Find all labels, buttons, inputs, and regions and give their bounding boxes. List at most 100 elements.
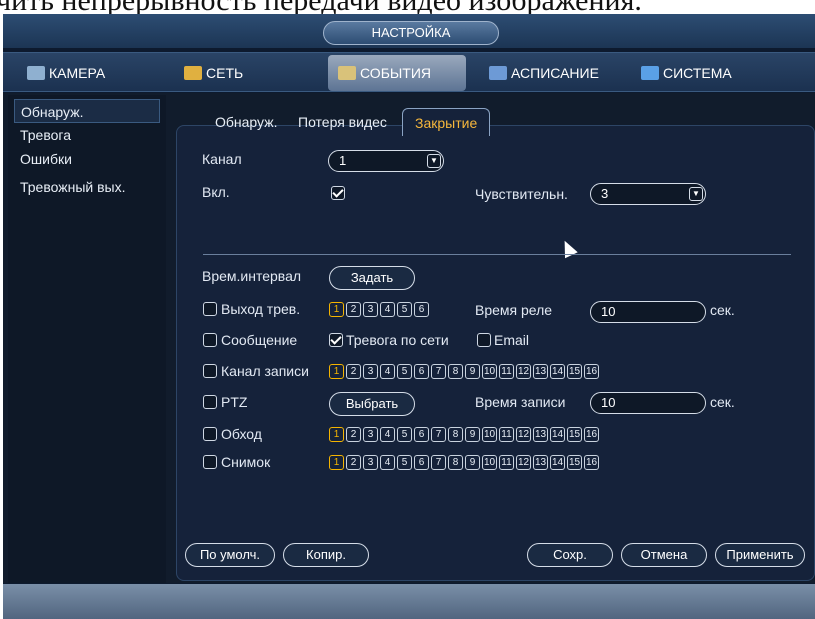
snapshot-channel-number-3[interactable]: 3 xyxy=(363,455,378,470)
alarm-out-number-2[interactable]: 2 xyxy=(346,302,361,317)
chevron-down-icon: ▼ xyxy=(427,154,441,168)
sidebar-item-errors[interactable]: Ошибки xyxy=(14,147,160,171)
snapshot-channel-number-8[interactable]: 8 xyxy=(448,455,463,470)
events-icon xyxy=(338,66,356,80)
tour-channel-number-10[interactable]: 10 xyxy=(482,427,497,442)
tour-channel-number-5[interactable]: 5 xyxy=(397,427,412,442)
chevron-down-icon: ▼ xyxy=(689,187,703,201)
tour-channel-number-8[interactable]: 8 xyxy=(448,427,463,442)
record-channel-number-15[interactable]: 15 xyxy=(567,364,582,379)
tab-system[interactable]: СИСТЕМА xyxy=(635,55,775,91)
tab-tampering[interactable]: Закрытие xyxy=(402,108,491,136)
snapshot-channel-number-4[interactable]: 4 xyxy=(380,455,395,470)
tour-checkbox[interactable] xyxy=(203,427,217,441)
record-channel-number-6[interactable]: 6 xyxy=(414,364,429,379)
alarm-out-number-5[interactable]: 5 xyxy=(397,302,412,317)
top-navigation: КАМЕРА СЕТЬ СОБЫТИЯ АСПИСАНИЕ СИСТЕМА xyxy=(3,52,815,92)
record-channel-number-4[interactable]: 4 xyxy=(380,364,395,379)
record-channel-number-5[interactable]: 5 xyxy=(397,364,412,379)
record-channel-number-row: 1 2 3 4 5 6 7 8 9 10 11 12 13 14 15 16 xyxy=(329,364,599,379)
record-time-label: Время записи xyxy=(475,394,566,410)
snapshot-channel-number-7[interactable]: 7 xyxy=(431,455,446,470)
tour-channel-number-9[interactable]: 9 xyxy=(465,427,480,442)
alarm-out-number-row: 123456 xyxy=(329,302,429,317)
save-button[interactable]: Сохр. xyxy=(527,543,613,567)
record-channel-number-9[interactable]: 9 xyxy=(465,364,480,379)
cancel-button[interactable]: Отмена xyxy=(621,543,707,567)
record-channel-number-12[interactable]: 12 xyxy=(516,364,531,379)
tab-schedule[interactable]: АСПИСАНИЕ xyxy=(481,55,621,91)
sidebar-item-alarm[interactable]: Тревога xyxy=(14,123,160,147)
snapshot-checkbox[interactable] xyxy=(203,455,217,469)
snapshot-channel-number-14[interactable]: 14 xyxy=(550,455,565,470)
snapshot-channel-number-6[interactable]: 6 xyxy=(414,455,429,470)
record-channel-number-1[interactable]: 1 xyxy=(329,364,344,379)
tab-network[interactable]: СЕТЬ xyxy=(178,55,313,91)
record-channel-number-2[interactable]: 2 xyxy=(346,364,361,379)
record-channel-number-11[interactable]: 11 xyxy=(499,364,514,379)
snapshot-channel-number-13[interactable]: 13 xyxy=(533,455,548,470)
tour-channel-number-4[interactable]: 4 xyxy=(380,427,395,442)
sidebar-item-detect[interactable]: Обнаруж. xyxy=(14,99,160,123)
alarm-out-number-1[interactable]: 1 xyxy=(329,302,344,317)
relay-time-input[interactable]: 10 xyxy=(590,301,706,323)
record-channel-number-16[interactable]: 16 xyxy=(584,364,599,379)
email-checkbox[interactable] xyxy=(477,333,491,347)
tour-channel-number-15[interactable]: 15 xyxy=(567,427,582,442)
alarm-out-checkbox[interactable] xyxy=(203,302,217,316)
window-title: НАСТРОЙКА xyxy=(323,21,499,45)
enable-checkbox[interactable] xyxy=(331,186,345,200)
tour-channel-number-7[interactable]: 7 xyxy=(431,427,446,442)
tour-channel-number-13[interactable]: 13 xyxy=(533,427,548,442)
sidebar-item-alarm-out[interactable]: Тревожный вых. xyxy=(14,175,160,199)
snapshot-channel-number-5[interactable]: 5 xyxy=(397,455,412,470)
record-channel-number-3[interactable]: 3 xyxy=(363,364,378,379)
record-time-input[interactable]: 10 xyxy=(590,392,706,414)
default-button[interactable]: По умолч. xyxy=(185,543,275,567)
ptz-checkbox[interactable] xyxy=(203,395,217,409)
tour-channel-number-3[interactable]: 3 xyxy=(363,427,378,442)
relay-unit: сек. xyxy=(710,302,735,318)
alarm-out-number-6[interactable]: 6 xyxy=(414,302,429,317)
ptz-select-button[interactable]: Выбрать xyxy=(329,392,415,416)
record-channel-number-13[interactable]: 13 xyxy=(533,364,548,379)
tab-events[interactable]: СОБЫТИЯ xyxy=(328,55,466,91)
record-channel-number-7[interactable]: 7 xyxy=(431,364,446,379)
tour-channel-number-12[interactable]: 12 xyxy=(516,427,531,442)
snapshot-channel-number-15[interactable]: 15 xyxy=(567,455,582,470)
record-channel-number-14[interactable]: 14 xyxy=(550,364,565,379)
record-channel-checkbox[interactable] xyxy=(203,364,217,378)
record-channel-number-8[interactable]: 8 xyxy=(448,364,463,379)
apply-button[interactable]: Применить xyxy=(715,543,805,567)
relay-time-label: Время реле xyxy=(475,302,553,318)
snapshot-channel-number-11[interactable]: 11 xyxy=(499,455,514,470)
snapshot-channel-number-12[interactable]: 12 xyxy=(516,455,531,470)
net-alarm-checkbox[interactable] xyxy=(329,333,343,347)
tab-video-loss[interactable]: Потеря видес xyxy=(298,108,387,136)
tab-camera[interactable]: КАМЕРА xyxy=(17,55,157,91)
tour-channel-number-1[interactable]: 1 xyxy=(329,427,344,442)
tour-channel-number-16[interactable]: 16 xyxy=(584,427,599,442)
tour-channel-number-11[interactable]: 11 xyxy=(499,427,514,442)
tour-label: Обход xyxy=(221,426,262,442)
period-label: Врем.интервал xyxy=(202,268,302,284)
snapshot-channel-number-1[interactable]: 1 xyxy=(329,455,344,470)
alarm-out-number-4[interactable]: 4 xyxy=(380,302,395,317)
title-bar: НАСТРОЙКА xyxy=(3,14,815,48)
tab-detect[interactable]: Обнаруж. xyxy=(215,108,277,136)
snapshot-channel-number-10[interactable]: 10 xyxy=(482,455,497,470)
snapshot-channel-number-2[interactable]: 2 xyxy=(346,455,361,470)
tour-channel-number-14[interactable]: 14 xyxy=(550,427,565,442)
record-channel-number-10[interactable]: 10 xyxy=(482,364,497,379)
sensitivity-label: Чувствительн. xyxy=(475,186,568,202)
tour-channel-number-2[interactable]: 2 xyxy=(346,427,361,442)
alarm-out-number-3[interactable]: 3 xyxy=(363,302,378,317)
snapshot-channel-number-9[interactable]: 9 xyxy=(465,455,480,470)
tour-channel-number-6[interactable]: 6 xyxy=(414,427,429,442)
snapshot-channel-number-16[interactable]: 16 xyxy=(584,455,599,470)
set-period-button[interactable]: Задать xyxy=(329,266,415,290)
channel-select[interactable]: 1 ▼ xyxy=(328,150,444,172)
sensitivity-select[interactable]: 3 ▼ xyxy=(590,183,706,205)
copy-button[interactable]: Копир. xyxy=(283,543,369,567)
message-checkbox[interactable] xyxy=(203,333,217,347)
